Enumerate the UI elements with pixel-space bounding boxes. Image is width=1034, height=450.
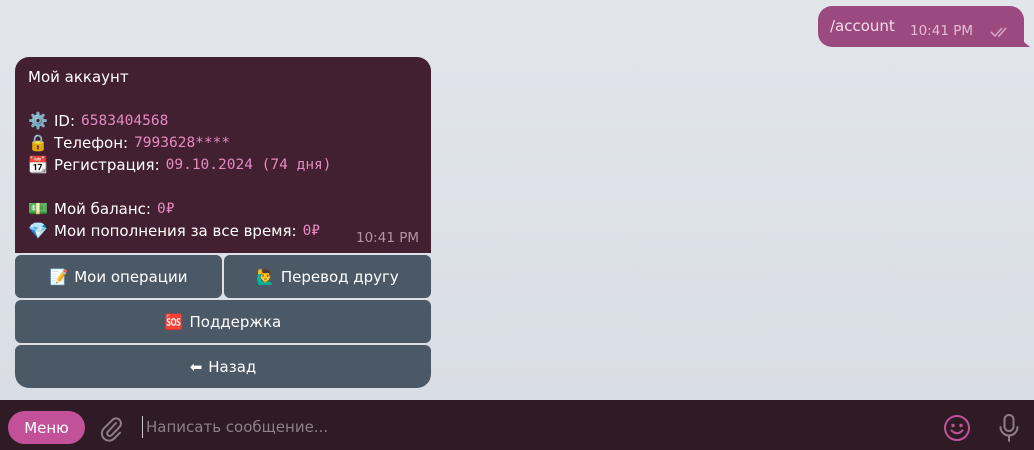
incoming-message: Мой аккаунт ⚙️ ID: 6583404568 🔒 Телефон:… <box>15 57 431 253</box>
balance-label: Мой баланс: <box>54 200 151 218</box>
transfer-friend-button[interactable]: 🙋‍♂️ Перевод другу <box>224 255 431 298</box>
menu-button-label: Меню <box>24 418 69 437</box>
back-button[interactable]: ⬅ Назад <box>15 345 431 388</box>
account-title: Мой аккаунт <box>28 66 418 88</box>
lock-icon: 🔒 <box>28 133 48 152</box>
transfer-friend-label: Перевод другу <box>280 267 399 286</box>
diamond-icon: 💎 <box>28 221 48 240</box>
double-check-icon <box>990 27 1007 38</box>
calendar-icon: 📆 <box>28 155 48 174</box>
id-row: ⚙️ ID: 6583404568 <box>28 110 418 132</box>
back-label: Назад <box>208 357 257 376</box>
message-input-wrap <box>142 414 922 440</box>
topups-value: 0₽ <box>302 223 321 239</box>
registration-row: 📆 Регистрация: 09.10.2024 (74 дня) <box>28 154 418 176</box>
support-button[interactable]: 🆘 Поддержка <box>15 300 431 343</box>
registration-label: Регистрация: <box>54 156 160 174</box>
person-raising-hand-icon: 🙋‍♂️ <box>256 267 275 286</box>
outgoing-message-tail <box>1018 37 1030 47</box>
incoming-message-time: 10:41 PM <box>356 230 419 246</box>
topups-label: Мои пополнения за все время: <box>54 222 297 240</box>
support-label: Поддержка <box>189 312 282 331</box>
outgoing-message: /account 10:41 PM <box>818 6 1024 47</box>
my-operations-button[interactable]: 📝 Мои операции <box>15 255 222 298</box>
outgoing-message-time: 10:41 PM <box>910 23 973 39</box>
sos-icon: 🆘 <box>164 312 184 331</box>
phone-label: Телефон: <box>54 134 129 152</box>
registration-value: 09.10.2024 (74 дня) <box>165 157 332 173</box>
arrow-left-icon: ⬅ <box>189 357 203 376</box>
account-title-text: Мой аккаунт <box>28 68 129 86</box>
my-operations-label: Мои операции <box>74 267 188 286</box>
menu-button[interactable]: Меню <box>8 411 85 444</box>
phone-row: 🔒 Телефон: 7993628**** <box>28 132 418 154</box>
paperclip-icon[interactable] <box>98 414 124 442</box>
message-input[interactable] <box>146 414 916 440</box>
memo-icon: 📝 <box>49 267 69 286</box>
balance-value: 0₽ <box>156 201 175 217</box>
compose-bar: Меню <box>0 400 1034 450</box>
phone-value: 7993628**** <box>134 135 231 151</box>
id-value: 6583404568 <box>81 113 169 129</box>
money-icon: 💵 <box>28 199 48 218</box>
gear-icon: ⚙️ <box>28 111 48 130</box>
outgoing-message-text: /account <box>830 17 895 35</box>
balance-row: 💵 Мой баланс: 0₽ <box>28 198 418 220</box>
id-label: ID: <box>54 112 76 130</box>
text-cursor <box>142 416 143 438</box>
smile-icon[interactable] <box>942 413 972 443</box>
chat-area: /account 10:41 PM Мой аккаунт ⚙️ ID: 658… <box>0 0 1034 400</box>
microphone-icon[interactable] <box>996 412 1022 444</box>
